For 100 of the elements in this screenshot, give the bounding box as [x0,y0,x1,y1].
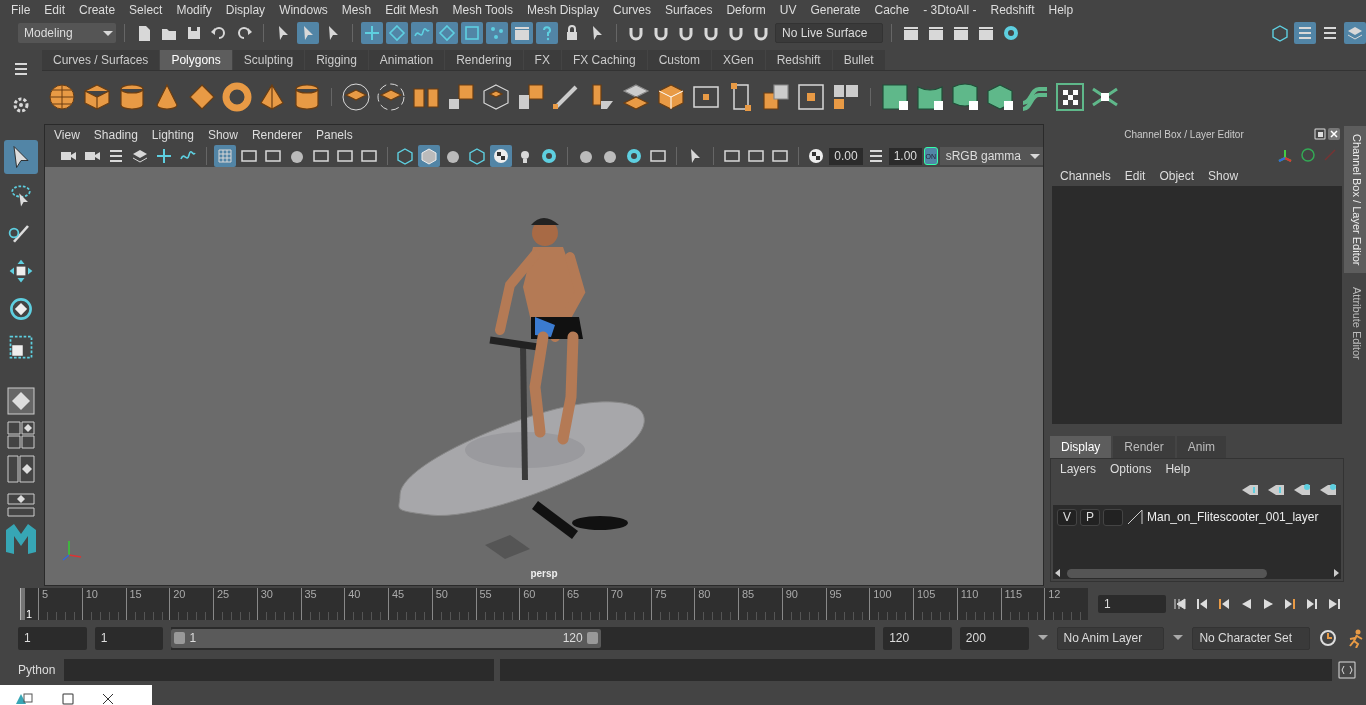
end-frame-field[interactable]: 200 [959,626,1029,650]
gamma-field[interactable]: 1.00 [888,147,923,165]
menu-item[interactable]: Deform [719,3,773,17]
slider-handle[interactable] [586,632,598,644]
dots-icon[interactable] [486,22,508,44]
curve-icon[interactable] [411,22,433,44]
shelf-tab[interactable]: Bullet [832,50,886,70]
color-swatch-icon[interactable] [1126,508,1144,526]
character-set-dropdown[interactable]: No Character Set [1192,626,1310,650]
cursor-icon[interactable] [297,22,319,44]
menu-item[interactable]: Generate [803,3,868,17]
command-input-field[interactable] [64,659,494,681]
menu-item[interactable]: Windows [272,3,335,17]
shelf-tab[interactable]: Redshift [765,50,833,70]
exposure-field[interactable]: 0.00 [829,147,863,165]
live-surface-field[interactable]: No Live Surface [775,23,883,43]
close-icon[interactable] [102,692,114,705]
menu-item[interactable]: Layers [1053,462,1104,476]
tool-button[interactable] [4,140,38,174]
current-frame-field[interactable]: 1 [1098,595,1166,613]
go-to-end-icon[interactable] [1326,596,1342,612]
menu-item[interactable]: File [4,3,38,17]
layer-name[interactable]: Man_on_Flitescooter_001_layer [1147,510,1319,524]
menu-item[interactable]: Edit [37,3,73,17]
menu-item[interactable]: Modify [169,3,219,17]
side-tab[interactable]: Channel Box / Layer Editor [1344,126,1366,274]
menu-item[interactable]: Mesh Tools [445,3,520,17]
key-forward-icon[interactable] [1282,596,1298,612]
mode-dropdown[interactable]: Modeling [18,23,116,43]
menu-item[interactable]: Channels [1053,169,1118,183]
anim-layer-dropdown[interactable]: No Anim Layer [1056,626,1165,650]
view-transform-dropdown[interactable]: sRGB gamma [939,147,1043,165]
menu-item[interactable]: Options [1103,462,1159,476]
range-slider-bar[interactable] [171,628,601,648]
close-icon[interactable] [1328,128,1340,140]
shelf-tab[interactable]: Animation [368,50,446,70]
menu-item[interactable]: Surfaces [658,3,720,17]
diamond-icon[interactable] [386,22,408,44]
playback-toggle[interactable]: P [1080,508,1100,526]
curved-square-icon[interactable] [949,80,981,113]
menu-item[interactable]: Cache [867,3,917,17]
playback-start-field[interactable]: 1 [94,626,164,650]
key-back-icon[interactable] [1216,596,1232,612]
menu-item[interactable]: Lighting [144,128,201,142]
menu-item[interactable]: Show [200,128,245,142]
panel-icon[interactable] [1294,22,1316,44]
shelf-tab[interactable]: Rendering [445,50,524,70]
shelf-tab[interactable]: XGen [711,50,766,70]
time-slider[interactable]: 1 5 10 15 20 25 30 35 40 45 50 55 60 65 70 75 80 85 90 95 100 105 110 115 12 [20,588,1088,620]
step-back-icon[interactable] [1194,596,1210,612]
layer-tab[interactable]: Display [1050,436,1112,458]
slider-handle[interactable] [174,632,186,644]
menu-item[interactable]: Redshift [983,3,1042,17]
menu-item[interactable]: Create [72,3,123,17]
shelf-tab[interactable]: Rigging [305,50,369,70]
float-icon[interactable] [1314,128,1326,140]
shelf-tab[interactable]: Curves / Surfaces [42,50,161,70]
menu-item[interactable]: Mesh Display [520,3,607,17]
single-pane-layout-icon[interactable] [6,386,36,416]
menu-item[interactable]: Panels [308,128,360,142]
range-slider-track[interactable]: 1 120 [171,626,876,650]
shelf-tab[interactable]: Polygons [160,50,233,70]
circle-icon[interactable] [1300,147,1316,163]
menu-item[interactable]: Help [1158,462,1198,476]
menu-item[interactable]: Curves [606,3,659,17]
move-layer-down-icon[interactable] [1267,483,1285,497]
menu-item[interactable]: Display [218,3,273,17]
menu-item[interactable]: - 3DtoAll - [916,3,984,17]
move-layer-up-icon[interactable] [1241,483,1259,497]
command-language-label[interactable]: Python [18,663,58,677]
cross-icon[interactable] [361,22,383,44]
menu-item[interactable]: Edit Mesh [378,3,446,17]
layer-tab[interactable]: Anim [1176,436,1227,458]
ring-icon[interactable] [221,80,253,113]
layers-icon[interactable] [375,80,407,113]
layers-icon[interactable] [340,80,372,113]
menu-item[interactable]: Mesh [334,3,379,17]
restore-window-icon[interactable] [14,691,34,705]
step-forward-icon[interactable] [1304,596,1320,612]
checker-icon[interactable] [490,145,513,167]
shaded-cube-icon[interactable] [418,145,441,167]
two-pane-layout-icon[interactable] [6,454,36,484]
layers-icon[interactable] [1344,22,1366,44]
menu-item[interactable]: Shading [86,128,145,142]
shelf-tab[interactable]: Custom [647,50,712,70]
shelf-tab[interactable]: FX Caching [561,50,648,70]
settings-icon[interactable] [12,96,30,114]
logo-icon[interactable] [4,522,38,556]
new-layer-icon[interactable] [1293,483,1311,497]
shelf-tab[interactable]: Sculpting [232,50,306,70]
menu-item[interactable]: Object [1152,169,1202,183]
menu-item[interactable]: Show [1201,169,1246,183]
display-type-toggle[interactable] [1103,508,1123,526]
visibility-toggle[interactable]: V [1057,508,1077,526]
scrollbar-thumb[interactable] [1067,568,1267,578]
current-frame-marker[interactable] [20,588,25,620]
playback-end-field[interactable]: 120 [883,626,952,650]
four-pane-layout-icon[interactable] [6,420,36,450]
go-to-start-icon[interactable] [1172,596,1188,612]
layer-tab[interactable]: Render [1113,436,1175,458]
